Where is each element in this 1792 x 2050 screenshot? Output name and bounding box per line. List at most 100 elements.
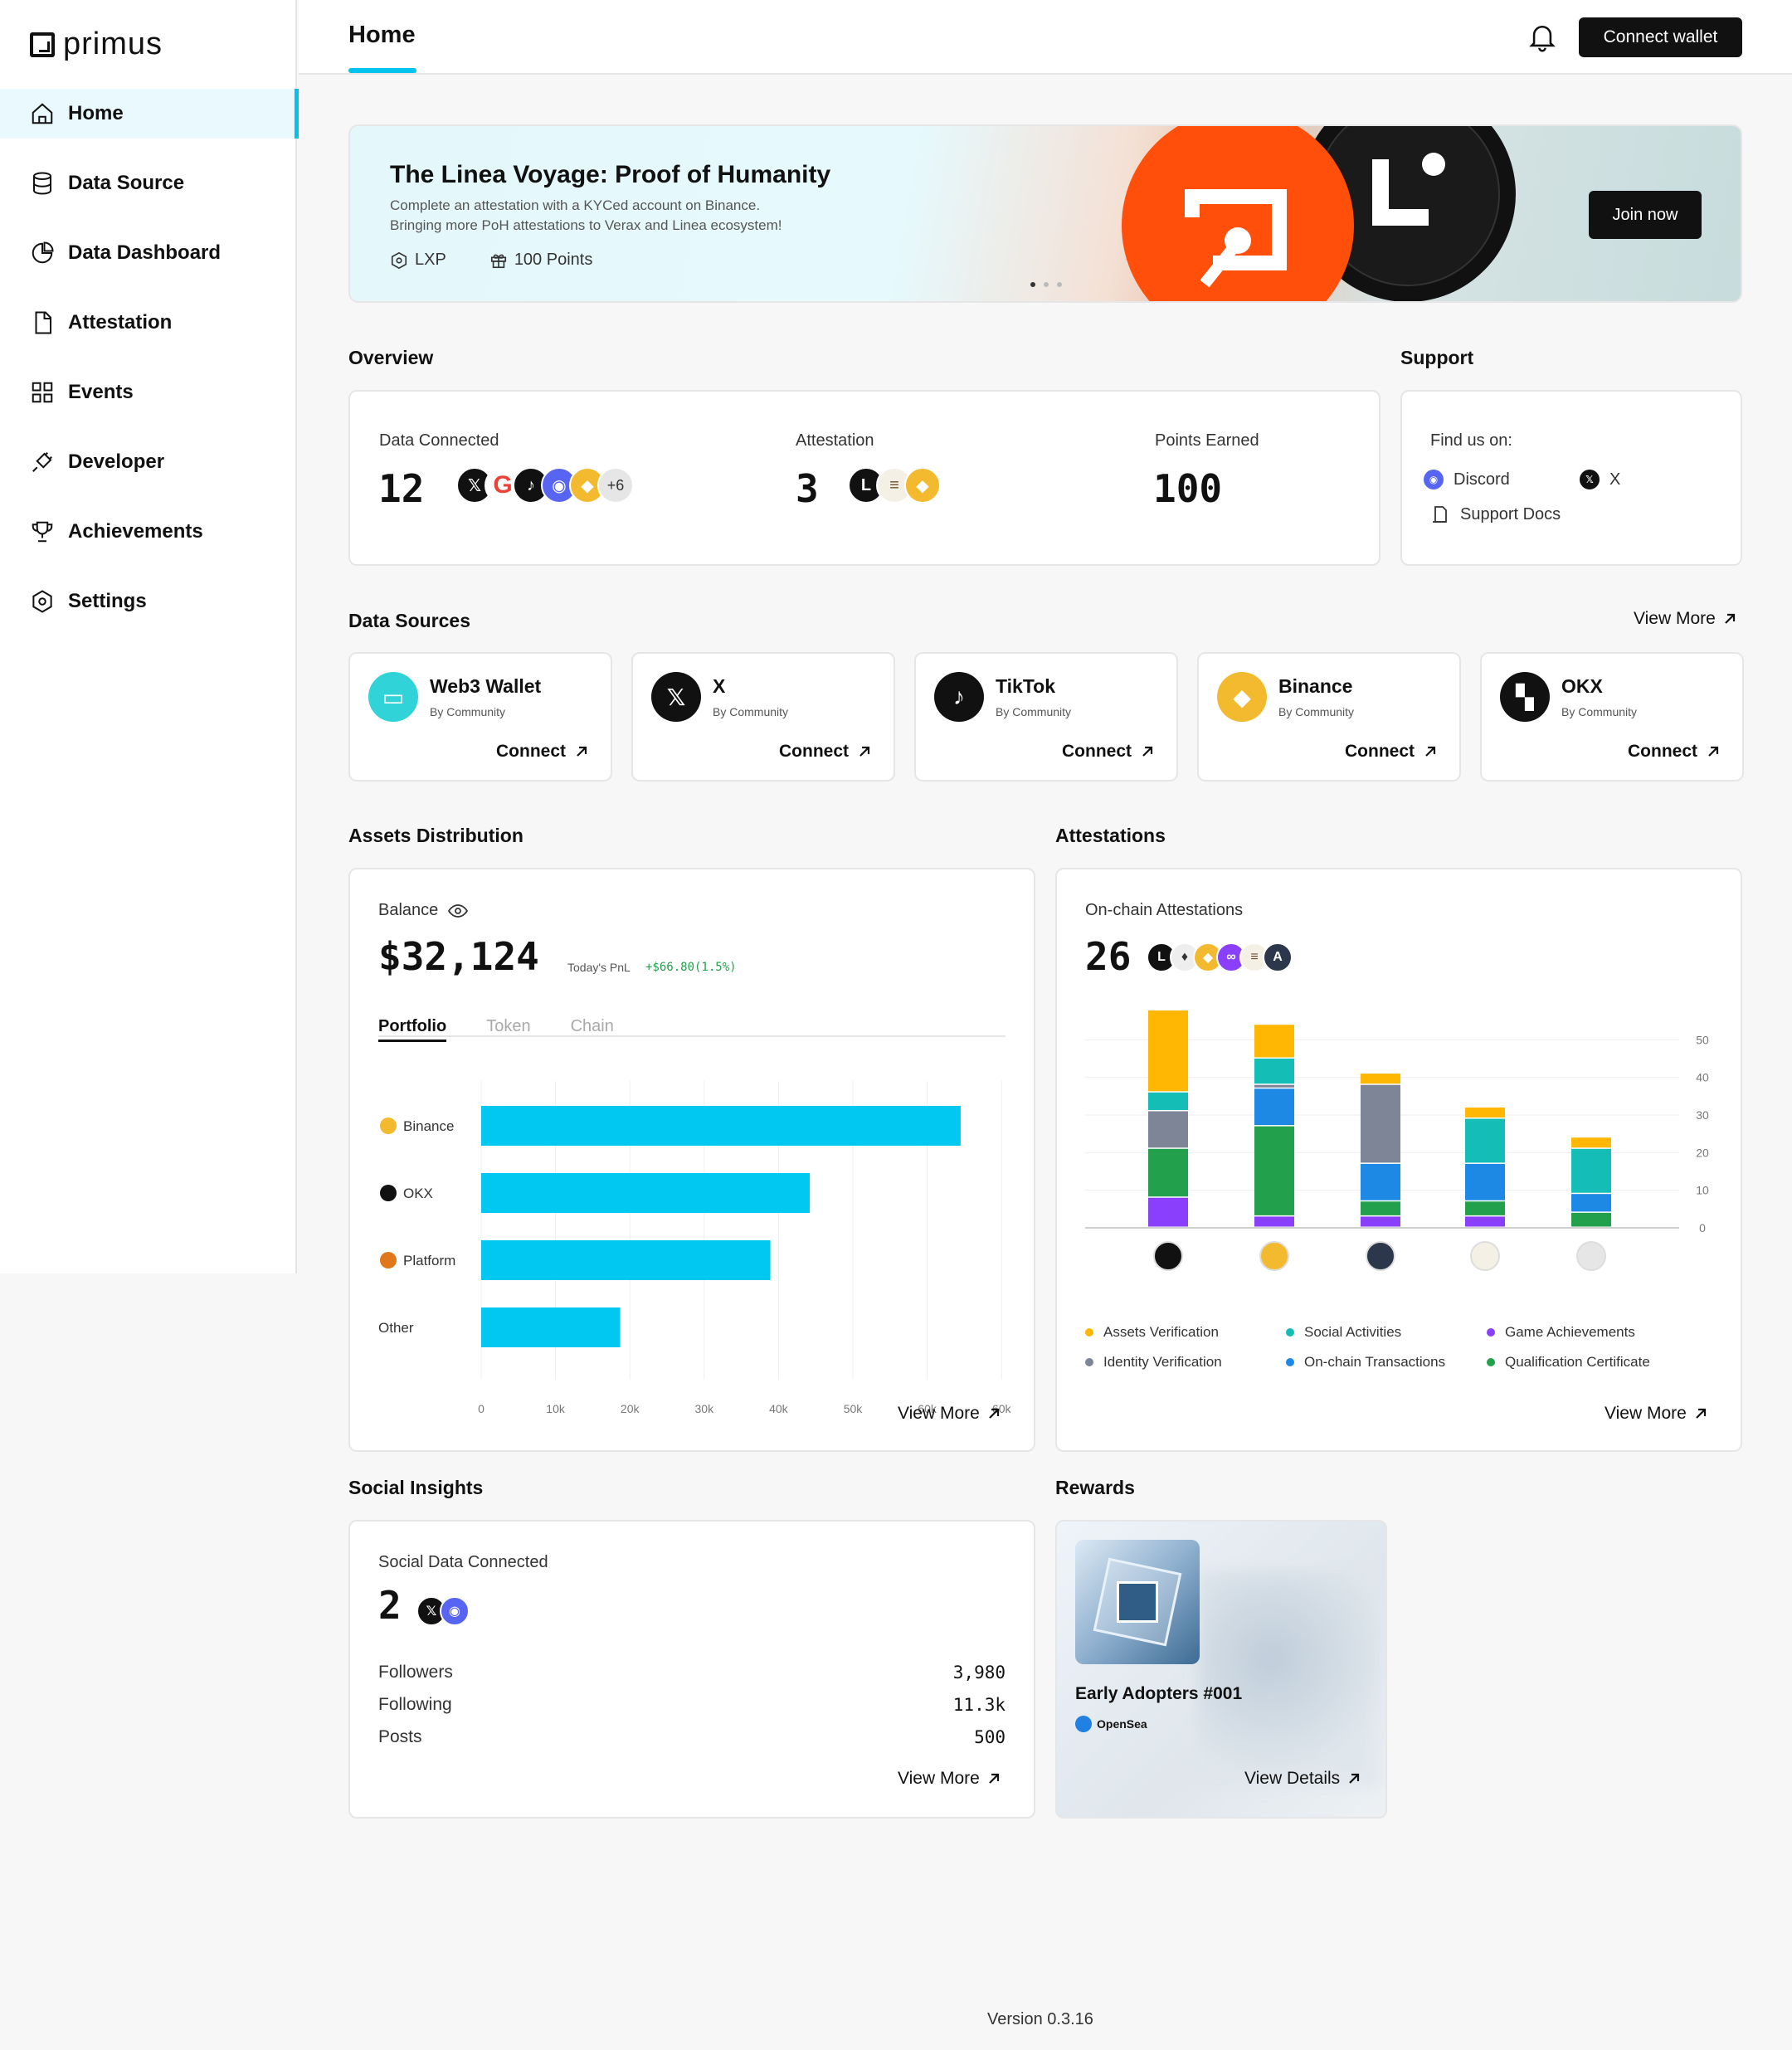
carousel-dot[interactable] bbox=[1030, 282, 1035, 287]
legend-item[interactable]: Social Activities bbox=[1286, 1324, 1401, 1341]
page-title: Home bbox=[348, 22, 416, 48]
arrow-up-right-icon bbox=[1696, 1408, 1706, 1419]
stacked-segment[interactable] bbox=[1148, 1010, 1188, 1092]
legend-item[interactable]: Game Achievements bbox=[1487, 1324, 1635, 1341]
carousel-dot[interactable] bbox=[1044, 282, 1049, 287]
stacked-segment[interactable] bbox=[1254, 1126, 1294, 1215]
sidebar-item-achievements[interactable]: Achievements bbox=[0, 507, 297, 557]
legend-item[interactable]: On-chain Transactions bbox=[1286, 1354, 1445, 1371]
tab-token[interactable]: Token bbox=[486, 1017, 530, 1042]
stacked-segment[interactable] bbox=[1254, 1059, 1294, 1084]
connect-button[interactable]: Connect bbox=[1628, 742, 1721, 762]
sidebar-item-settings[interactable]: Settings bbox=[0, 577, 297, 626]
pnl-value: +$66.80(1.5%) bbox=[645, 961, 737, 974]
assets-view-more[interactable]: View More bbox=[898, 1404, 1001, 1424]
data-source-card-binance[interactable]: ◆ Binance By Community Connect bbox=[1197, 652, 1461, 782]
arbitrum-icon: A bbox=[1263, 942, 1293, 972]
connect-button[interactable]: Connect bbox=[1345, 742, 1438, 762]
join-now-button[interactable]: Join now bbox=[1589, 191, 1702, 239]
lxp-icon bbox=[391, 251, 407, 269]
sidebar-item-data-source[interactable]: Data Source bbox=[0, 158, 297, 208]
stacked-segment[interactable] bbox=[1465, 1118, 1505, 1163]
stacked-segment[interactable] bbox=[1361, 1084, 1400, 1163]
legend-swatch bbox=[1487, 1358, 1495, 1366]
stacked-segment[interactable] bbox=[1361, 1074, 1400, 1084]
data-source-card-tiktok[interactable]: ♪ TikTok By Community Connect bbox=[914, 652, 1178, 782]
sidebar-item-home[interactable]: Home bbox=[0, 89, 299, 139]
stacked-segment[interactable] bbox=[1465, 1201, 1505, 1215]
data-source-card-okx[interactable]: ▚ OKX By Community Connect bbox=[1480, 652, 1744, 782]
sidebar-item-attestation[interactable]: Attestation bbox=[0, 298, 297, 348]
balance-label-row: Balance bbox=[378, 901, 469, 920]
legend-item[interactable]: Qualification Certificate bbox=[1487, 1354, 1650, 1371]
lxp-label: LXP bbox=[415, 251, 446, 269]
carousel-dots[interactable] bbox=[1030, 282, 1062, 287]
social-view-more[interactable]: View More bbox=[898, 1769, 1001, 1789]
connect-wallet-button[interactable]: Connect wallet bbox=[1579, 17, 1742, 57]
discord-link[interactable]: ◉ Discord bbox=[1424, 470, 1510, 489]
connect-button[interactable]: Connect bbox=[1062, 742, 1155, 762]
stacked-segment[interactable] bbox=[1465, 1216, 1505, 1227]
sidebar-item-developer[interactable]: Developer bbox=[0, 437, 297, 487]
opensea-badge[interactable]: OpenSea bbox=[1075, 1716, 1147, 1732]
discord-label: Discord bbox=[1454, 470, 1510, 489]
tab-portfolio[interactable]: Portfolio bbox=[378, 1017, 447, 1042]
connect-button[interactable]: Connect bbox=[779, 742, 872, 762]
attestations-view-more[interactable]: View More bbox=[1605, 1404, 1708, 1424]
carousel-dot[interactable] bbox=[1057, 282, 1062, 287]
stacked-segment[interactable] bbox=[1571, 1137, 1611, 1148]
data-source-card-web3-wallet[interactable]: ▭ Web3 Wallet By Community Connect bbox=[348, 652, 612, 782]
stacked-segment[interactable] bbox=[1571, 1148, 1611, 1193]
stacked-segment[interactable] bbox=[1361, 1201, 1400, 1215]
data-connected-label: Data Connected bbox=[379, 431, 499, 450]
legend-item[interactable]: Identity Verification bbox=[1085, 1354, 1222, 1371]
primus-logo-icon bbox=[30, 32, 55, 57]
eye-icon[interactable] bbox=[448, 903, 469, 918]
stacked-segment[interactable] bbox=[1148, 1111, 1188, 1148]
data-source-card-x[interactable]: 𝕏 X By Community Connect bbox=[631, 652, 895, 782]
primus-logo[interactable]: primus bbox=[30, 27, 163, 62]
bar-other[interactable] bbox=[481, 1307, 621, 1347]
stacked-segment[interactable] bbox=[1571, 1212, 1611, 1227]
stacked-segment[interactable] bbox=[1254, 1088, 1294, 1126]
sidebar-item-data-dashboard[interactable]: Data Dashboard bbox=[0, 228, 297, 278]
more-sources-badge[interactable]: +6 bbox=[597, 467, 634, 504]
binance-icon bbox=[380, 1118, 397, 1134]
notification-bell-icon[interactable] bbox=[1528, 22, 1556, 53]
stacked-segment[interactable] bbox=[1148, 1092, 1188, 1110]
assets-bar-chart: 0 10k 20k 30k 40k 50k 60k 60kBinanceOKXPlatform… bbox=[378, 1081, 1011, 1415]
bar-binance[interactable] bbox=[481, 1106, 961, 1146]
view-more-label: View More bbox=[1605, 1404, 1687, 1423]
tab-chain[interactable]: Chain bbox=[571, 1017, 614, 1042]
x-link[interactable]: 𝕏 X bbox=[1580, 470, 1620, 489]
stacked-segment[interactable] bbox=[1361, 1163, 1400, 1200]
stacked-segment[interactable] bbox=[1254, 1216, 1294, 1227]
promo-banner[interactable]: The Linea Voyage: Proof of Humanity Comp… bbox=[348, 124, 1742, 303]
onchain-label: On-chain Attestations bbox=[1085, 901, 1244, 919]
reward-card[interactable]: Early Adopters #001 OpenSea View Details bbox=[1055, 1520, 1387, 1819]
stacked-segment[interactable] bbox=[1571, 1194, 1611, 1212]
banner-tags: LXP 100 Points bbox=[390, 251, 592, 270]
stacked-segment[interactable] bbox=[1148, 1148, 1188, 1197]
data-sources-view-more[interactable]: View More bbox=[1634, 609, 1737, 629]
view-details-link[interactable]: View Details bbox=[1244, 1769, 1361, 1789]
stacked-segment[interactable] bbox=[1465, 1163, 1505, 1200]
legend-swatch bbox=[1085, 1358, 1093, 1366]
pie-chart-icon bbox=[32, 241, 54, 264]
stacked-segment[interactable] bbox=[1254, 1025, 1294, 1058]
support-docs-link[interactable]: Support Docs bbox=[1430, 504, 1561, 524]
logo-text: primus bbox=[63, 27, 163, 61]
x-tick-label: 50k bbox=[844, 1402, 864, 1415]
stacked-segment[interactable] bbox=[1361, 1216, 1400, 1227]
connect-button[interactable]: Connect bbox=[496, 742, 589, 762]
assets-tabs: Portfolio Token Chain bbox=[378, 1017, 1006, 1042]
stacked-segment[interactable] bbox=[1254, 1084, 1294, 1088]
stacked-segment[interactable] bbox=[1148, 1197, 1188, 1227]
bar-platform[interactable] bbox=[481, 1240, 771, 1280]
sidebar-item-events[interactable]: Events bbox=[0, 368, 297, 417]
bar-okx[interactable] bbox=[481, 1173, 811, 1213]
wallet-icon: ▭ bbox=[368, 672, 418, 722]
legend-item[interactable]: Assets Verification bbox=[1085, 1324, 1219, 1341]
top-bar: Home Connect wallet bbox=[299, 0, 1792, 75]
stacked-segment[interactable] bbox=[1465, 1107, 1505, 1118]
